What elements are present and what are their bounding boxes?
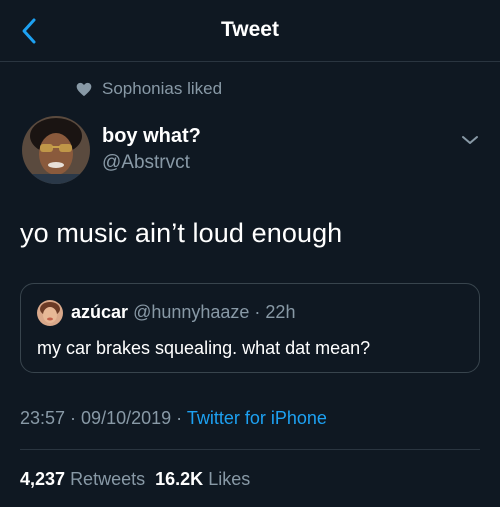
quote-text: my car brakes squealing. what dat mean? [37, 338, 371, 358]
retweets-stat[interactable]: 4,237 Retweets [20, 469, 145, 489]
more-options-button[interactable] [458, 128, 482, 152]
social-context-label: Sophonias liked [102, 79, 223, 98]
top-bar: Tweet [0, 0, 500, 62]
quote-header: azúcar @hunnyhaaze · 22h [71, 302, 295, 323]
heart-icon [76, 82, 92, 96]
likes-label: Likes [208, 469, 251, 489]
author-avatar[interactable] [22, 116, 90, 184]
tweet-date: 09/10/2019 [81, 408, 172, 428]
tweet-time: 23:57 [20, 408, 66, 428]
chevron-down-icon [462, 136, 478, 144]
social-context: Sophonias liked [76, 78, 222, 100]
tweet-source-link[interactable]: Twitter for iPhone [187, 408, 327, 428]
quote-author-name: azúcar [71, 302, 129, 322]
retweets-label: Retweets [70, 469, 146, 489]
tweet-stats: 4,237 Retweets 16.2K Likes [20, 469, 250, 490]
tweet-text: yo music ain’t loud enough [20, 218, 343, 248]
author-name[interactable]: boy what? [102, 125, 201, 148]
quote-author-avatar [37, 300, 63, 326]
quote-author-handle: @hunnyhaaze [133, 302, 250, 322]
tweet-detail-page: Tweet Sophonias liked boy what? @Abstrvc… [0, 0, 500, 507]
page-title: Tweet [221, 18, 279, 41]
likes-count: 16.2K [155, 469, 204, 489]
quoted-tweet[interactable]: azúcar @hunnyhaaze · 22h my car brakes s… [20, 283, 480, 373]
meta-separator-1: · [65, 408, 82, 428]
meta-separator-2: · [171, 408, 187, 428]
avatar-image [22, 116, 90, 184]
tweet-meta: 23:57 · 09/10/2019 · Twitter for iPhone [20, 408, 327, 429]
quote-separator: · [249, 302, 266, 322]
quote-time: 22h [265, 302, 296, 322]
likes-stat[interactable]: 16.2K Likes [155, 469, 250, 489]
quote-avatar-image [37, 300, 63, 326]
divider [20, 449, 480, 450]
author-handle[interactable]: @Abstrvct [102, 152, 190, 174]
retweets-count: 4,237 [20, 469, 66, 489]
